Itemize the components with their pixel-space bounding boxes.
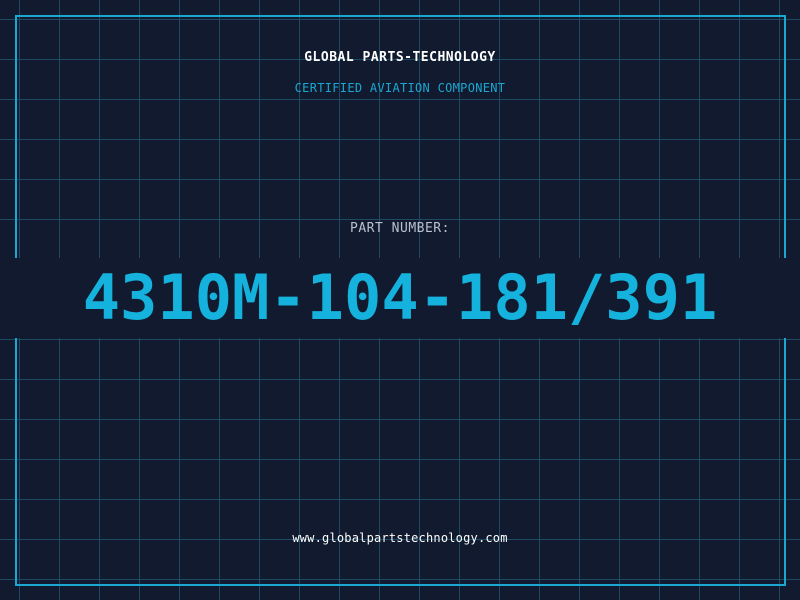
part-number-label: PART NUMBER: <box>350 221 450 236</box>
company-name: GLOBAL PARTS-TECHNOLOGY <box>304 50 496 65</box>
website-url: www.globalpartstechnology.com <box>292 531 508 545</box>
part-label-card: GLOBAL PARTS-TECHNOLOGY CERTIFIED AVIATI… <box>0 0 800 600</box>
part-number-value: 4310M-104-181/391 <box>82 261 718 334</box>
certification-subtitle: CERTIFIED AVIATION COMPONENT <box>294 81 506 95</box>
